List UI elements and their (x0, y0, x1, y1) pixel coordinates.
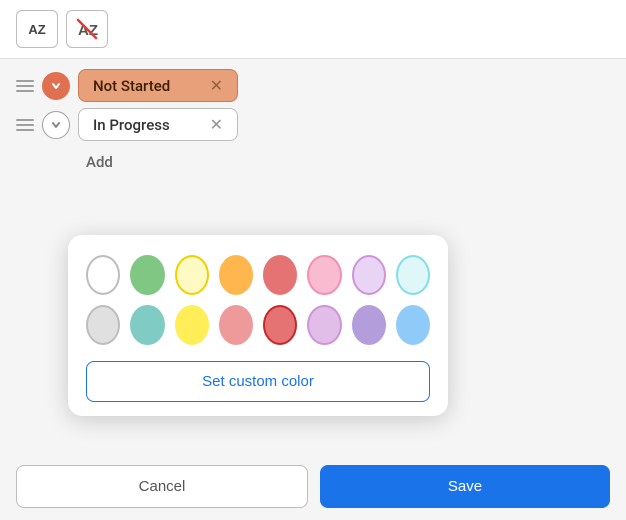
color-swatch-white[interactable] (86, 255, 120, 295)
color-grid (86, 255, 430, 345)
chevron-down-icon-2 (51, 120, 61, 130)
tag-chip-close-2[interactable]: ✕ (210, 115, 223, 134)
az-icon: AZ (28, 22, 45, 37)
add-row: Add (16, 147, 610, 177)
tag-row-1: Not Started ✕ (16, 69, 610, 102)
color-row-2 (86, 305, 430, 345)
no-sort-button[interactable]: AZ (66, 10, 108, 48)
color-swatch-teal[interactable] (130, 305, 164, 345)
color-swatch-light-gray[interactable] (86, 305, 120, 345)
color-row-1 (86, 255, 430, 295)
main-container: AZ AZ Not Started ✕ (0, 0, 626, 520)
color-swatch-orange[interactable] (219, 255, 253, 295)
add-tag-label[interactable]: Add (86, 153, 113, 171)
color-swatch-light-cyan[interactable] (396, 255, 430, 295)
color-swatch-yellow[interactable] (175, 305, 209, 345)
color-swatch-light-yellow[interactable] (175, 255, 209, 295)
color-swatch-red[interactable] (263, 255, 297, 295)
toolbar: AZ AZ (0, 0, 626, 59)
cancel-label: Cancel (139, 478, 186, 495)
tag-row-2: In Progress ✕ (16, 108, 610, 141)
color-swatch-purple[interactable] (352, 305, 386, 345)
color-picker-popup: Set custom color (68, 235, 448, 416)
color-swatch-salmon[interactable] (219, 305, 253, 345)
tag-rows: Not Started ✕ In Progress ✕ (0, 59, 626, 187)
tag-chip-label-2: In Progress (93, 116, 170, 134)
tag-chip-close-1[interactable]: ✕ (210, 76, 223, 95)
color-circle-2[interactable] (42, 111, 70, 139)
bottom-bar: Cancel Save (0, 453, 626, 520)
tag-chip-label: Not Started (93, 77, 170, 95)
chevron-down-icon (51, 81, 61, 91)
color-swatch-lavender[interactable] (307, 305, 341, 345)
no-sort-icon: AZ (76, 18, 98, 40)
color-swatch-blue[interactable] (396, 305, 430, 345)
color-circle-1[interactable] (42, 72, 70, 100)
color-swatch-light-purple[interactable] (352, 255, 386, 295)
color-swatch-dark-red[interactable] (263, 305, 297, 345)
set-custom-color-label: Set custom color (202, 373, 314, 390)
az-sort-button[interactable]: AZ (16, 10, 58, 48)
save-button[interactable]: Save (320, 465, 610, 508)
save-label: Save (448, 478, 482, 495)
drag-handle-2[interactable] (16, 119, 34, 131)
tag-chip-not-started[interactable]: Not Started ✕ (78, 69, 238, 102)
color-swatch-green[interactable] (130, 255, 164, 295)
cancel-button[interactable]: Cancel (16, 465, 308, 508)
tag-chip-in-progress[interactable]: In Progress ✕ (78, 108, 238, 141)
set-custom-color-button[interactable]: Set custom color (86, 361, 430, 402)
color-swatch-pink[interactable] (307, 255, 341, 295)
drag-handle-1[interactable] (16, 80, 34, 92)
